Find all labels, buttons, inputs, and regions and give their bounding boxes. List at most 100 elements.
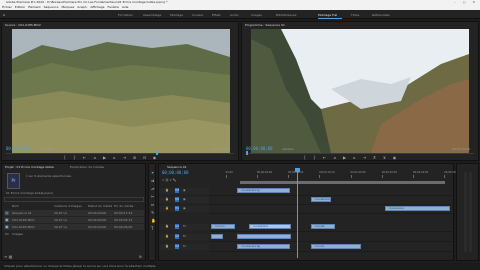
timeline-timecode[interactable]: 00;00;00;00 [162, 170, 189, 175]
timeline-ruler[interactable]: 00;00 00;00;04;00 00;00;08;00 00;00;12;00 00… [210, 170, 459, 178]
timeline-clip[interactable]: C01-0180.MOV [A] [237, 244, 290, 249]
timeline-clip[interactable] [237, 234, 292, 239]
mark-out-icon[interactable]: } [312, 155, 317, 160]
eye-icon[interactable]: ◉ [183, 188, 186, 192]
eye-icon[interactable]: M [183, 224, 186, 228]
mark-out-icon[interactable]: } [72, 155, 77, 160]
project-row[interactable]: ▣ C01-0180.MOV 29,97 i/s 00;00;00;00 00;00;0… [4, 217, 144, 223]
lock-icon[interactable]: 🔒 [165, 188, 169, 192]
column-header-0[interactable]: Nom [12, 204, 19, 208]
project-row[interactable]: ▭ Images [4, 231, 144, 237]
lock-icon[interactable]: 🔒 [165, 244, 169, 248]
go-to-in-icon[interactable]: ⇤ [82, 155, 87, 160]
workspace-tab-5[interactable]: Audio [230, 13, 239, 17]
wrench-icon[interactable]: 🔧 [172, 178, 176, 182]
go-to-in-icon[interactable]: ⇤ [322, 155, 327, 160]
source-timecode[interactable]: 00;00;03;24 [6, 146, 33, 151]
step-back-icon[interactable]: ◂ [332, 155, 337, 160]
overwrite-icon[interactable]: ⊟ [142, 155, 147, 160]
track-select-icon[interactable]: ⇉ [151, 178, 154, 183]
export-frame-icon[interactable]: ◉ [152, 155, 157, 160]
mark-in-icon[interactable]: { [62, 155, 67, 160]
project-search-input[interactable] [4, 197, 144, 202]
track-label-A2[interactable]: A2 [175, 234, 179, 239]
program-fit-select[interactable]: Adapter [282, 147, 294, 151]
home-icon[interactable]: ⌂ [3, 12, 6, 17]
menu-item-7[interactable]: Fenêtre [108, 5, 119, 9]
menu-item-5[interactable]: Graph. [77, 5, 87, 9]
workspace-tab-2[interactable]: Montage [170, 13, 183, 17]
workspace-tab-0[interactable]: Formation [118, 13, 133, 17]
eye-icon[interactable]: M [183, 244, 186, 248]
workspace-tab-9[interactable]: Titres [351, 13, 359, 17]
hand-icon[interactable]: ✋ [151, 218, 156, 223]
lock-icon[interactable]: 🔒 [165, 224, 169, 228]
razor-icon[interactable]: ✂ [151, 194, 154, 199]
menu-item-2[interactable]: Élément [28, 5, 40, 9]
new-item-icon[interactable]: ⊕ [139, 254, 142, 259]
selection-tool-icon[interactable]: ➤ [151, 170, 154, 175]
workspace-tab-7[interactable]: Bibliothèques [276, 13, 296, 17]
source-tab[interactable]: Source : C01-0185.MOV [5, 23, 41, 27]
lift-icon[interactable]: ⊼ [372, 155, 377, 160]
menu-item-8[interactable]: Aide [122, 5, 129, 9]
extract-icon[interactable]: ⊻ [382, 155, 387, 160]
menu-item-1[interactable]: Edition [15, 5, 25, 9]
project-tab[interactable]: Projet : 01 Ecrire montage lisible [5, 165, 54, 169]
timeline-clip[interactable] [210, 234, 224, 239]
column-header-2[interactable]: Début du média [88, 204, 112, 208]
eye-icon[interactable]: ◉ [183, 197, 186, 201]
snap-icon[interactable]: ∩ [162, 178, 164, 182]
menu-item-6[interactable]: Affichage [90, 5, 104, 9]
timeline-clip[interactable]: C01-0188 [310, 224, 335, 229]
icon-view-icon[interactable]: ▦ [9, 254, 13, 259]
playhead-handle[interactable] [295, 168, 300, 172]
text-icon[interactable]: T [151, 226, 153, 231]
step-back-icon[interactable]: ◂ [92, 155, 97, 160]
timeline-clip[interactable]: C01-0192 [310, 244, 362, 249]
sequence-tab[interactable]: Séquence 01 [167, 165, 187, 169]
project-row[interactable]: ▦ Séquence 01 29,97 i/s 00;00;00;00 00;00;17… [4, 210, 144, 216]
track-label-A3[interactable]: A3 [175, 244, 179, 249]
menu-item-4[interactable]: Marques [61, 5, 74, 9]
column-header-1[interactable]: Cadence d'images [54, 204, 82, 208]
timeline-clip[interactable]: C01-0190.MOV [384, 206, 450, 211]
pen-icon[interactable]: ✎ [151, 210, 154, 215]
track-label-V1[interactable]: V1 [175, 206, 179, 211]
workspace-tab-1[interactable]: Assemblage [143, 13, 161, 17]
play-icon[interactable]: ▶ [102, 155, 107, 160]
timeline-clip[interactable]: C01-0180.MOV [249, 224, 292, 229]
workspace-tab-4[interactable]: Effets [212, 13, 221, 17]
track-label-A1[interactable]: A1 [175, 224, 179, 229]
track-label-V3[interactable]: V3 [175, 188, 179, 193]
program-scrubber[interactable] [246, 153, 474, 154]
media-browser-tab[interactable]: Explorateur de médias [70, 165, 104, 169]
export-frame-icon[interactable]: ◉ [392, 155, 397, 160]
ripple-edit-icon[interactable]: ⟛ [151, 186, 155, 191]
go-to-out-icon[interactable]: ⇥ [122, 155, 127, 160]
program-tab[interactable]: Programme : Séquence 01 [245, 23, 285, 27]
timeline-clip[interactable]: C01-0185.MOV [310, 197, 331, 202]
menu-item-0[interactable]: Fichier [2, 5, 12, 9]
track-label-V2[interactable]: V2 [175, 197, 179, 202]
work-area-bar[interactable] [240, 181, 445, 184]
lock-icon[interactable]: 🔒 [165, 206, 169, 210]
slip-icon[interactable]: ⇔ [151, 202, 154, 207]
workspace-tab-10[interactable]: Référentiels [372, 13, 390, 17]
program-playhead[interactable] [246, 151, 248, 155]
timeline-clip[interactable]: C01-0179 [210, 224, 235, 229]
play-icon[interactable]: ▶ [342, 155, 347, 160]
timeline-clip[interactable]: C01-0180.MOV [V] [237, 188, 290, 193]
eye-icon[interactable]: ◉ [183, 206, 186, 210]
source-scrubber[interactable] [6, 153, 234, 154]
eye-icon[interactable]: M [183, 234, 186, 238]
timeline-playhead[interactable] [297, 168, 298, 258]
go-to-out-icon[interactable]: ⇥ [362, 155, 367, 160]
lock-icon[interactable]: 🔒 [165, 234, 169, 238]
linked-select-icon[interactable]: ⛓ [165, 178, 169, 182]
project-row[interactable]: ▣ C01-0185.MOV 29,97 i/s 00;00;00;00 00;00;0… [4, 224, 144, 230]
insert-icon[interactable]: ⊞ [132, 155, 137, 160]
step-forward-icon[interactable]: ▸ [352, 155, 357, 160]
list-view-icon[interactable]: ≡ [4, 254, 7, 259]
lock-icon[interactable]: 🔒 [165, 197, 169, 201]
